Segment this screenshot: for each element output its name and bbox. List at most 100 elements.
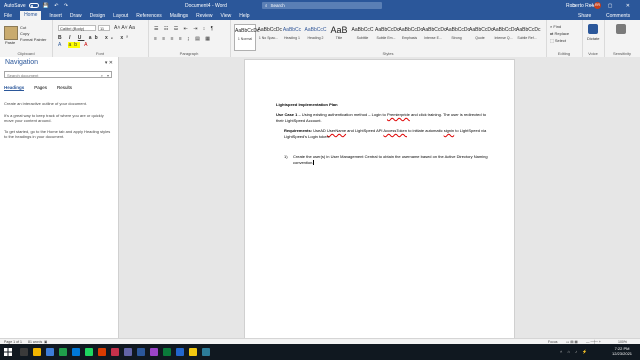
style-item[interactable]: AaBbCcDc 1 Normal — [234, 24, 260, 51]
teams-icon[interactable] — [124, 348, 132, 356]
outlook-icon[interactable] — [72, 348, 80, 356]
style-item[interactable]: AaBbCcC Subtitle — [352, 24, 374, 51]
paste-icon[interactable] — [4, 26, 18, 40]
style-item[interactable]: AaBbCcDc 1 No Spac... — [257, 24, 282, 51]
windows-start-icon[interactable] — [4, 348, 12, 356]
tab-layout[interactable]: Layout — [113, 13, 128, 19]
style-item[interactable]: AaBbCcDc Intense E... — [422, 24, 447, 51]
select-button[interactable]: ⬚ Select — [550, 38, 566, 43]
style-item[interactable]: AaBbCcDc Strong — [445, 24, 470, 51]
style-sample: AaBbCcDc — [445, 27, 470, 33]
tab-design[interactable]: Design — [90, 13, 106, 19]
document-heading[interactable]: Lightspeed Implementation Plan — [276, 102, 486, 108]
font-family-select[interactable]: Calibri (Body) — [58, 25, 96, 31]
navigation-search-input[interactable]: Search document ⌕ ▾ — [4, 71, 112, 78]
autosave-label: AutoSave — [4, 2, 26, 9]
style-item[interactable]: AaB Title — [328, 24, 350, 51]
tab-mailings[interactable]: Mailings — [170, 13, 188, 19]
font-size-select[interactable]: 11 — [98, 25, 110, 31]
app-icon[interactable] — [163, 348, 171, 356]
style-name: Subtle Em... — [376, 36, 396, 40]
styles-group: AaBbCcDc 1 Normal AaBbCcDc 1 No Spac... AaBb… — [230, 20, 547, 57]
paste-button[interactable]: Paste — [5, 40, 15, 45]
format-painter-button[interactable]: Format Painter — [20, 37, 46, 42]
comments-button[interactable]: Comments — [606, 13, 630, 19]
style-item[interactable]: AaBbCcDc Subtle Em... — [375, 24, 399, 51]
app-icon[interactable] — [189, 348, 197, 356]
tab-help[interactable]: Help — [239, 13, 249, 19]
font-label: Font — [95, 51, 104, 56]
style-sample: AaBbCcDc — [516, 27, 541, 33]
font-color-buttons[interactable]: A ab A — [58, 42, 90, 48]
list-buttons[interactable]: ☰ ☷ ☲ ⇤ ⇥ ↕ ¶ — [154, 26, 215, 32]
style-item[interactable]: AaBbCcDc Subtle Ref... — [516, 24, 541, 51]
tab-review[interactable]: Review — [196, 13, 212, 19]
app-icon[interactable] — [150, 348, 158, 356]
style-item[interactable]: AaBbCcC Heading 2 — [305, 24, 327, 51]
system-tray[interactable]: ˄ ⌂ ♪ ⚡ — [560, 349, 589, 354]
style-sample: AaBbCcC — [304, 27, 327, 33]
sensitivity-button[interactable] — [616, 24, 626, 36]
tab-references[interactable]: References — [136, 13, 162, 19]
use-case-paragraph[interactable]: Use Case 1 – Using existing authenticati… — [276, 112, 494, 123]
window-controls[interactable]: ▭ — ▢ ✕ — [571, 3, 636, 9]
tab-insert[interactable]: Insert — [49, 13, 62, 19]
copy-button[interactable]: Copy — [20, 31, 29, 36]
dictate-button[interactable]: Dictate — [587, 24, 599, 41]
list-item[interactable]: Create the user(s) in User Management Ce… — [293, 154, 488, 165]
edge-icon[interactable] — [46, 348, 54, 356]
style-sample: AaBbCcDc — [257, 27, 282, 33]
style-sample: AaBbCcDc — [422, 27, 447, 33]
powerpoint-icon[interactable] — [98, 348, 106, 356]
tab-results[interactable]: Results — [57, 85, 72, 91]
paragraph-group: ☰ ☷ ☲ ⇤ ⇥ ↕ ¶ ≡ ≡ ≡ ≡ ↨ ▤ ▦ Paragraph — [148, 20, 231, 57]
replace-button[interactable]: ⇄ Replace — [550, 31, 569, 36]
voice-group: Dictate Voice — [582, 20, 605, 57]
alignment-buttons[interactable]: ≡ ≡ ≡ ≡ ↨ ▤ ▦ — [154, 36, 212, 42]
chevron-down-icon[interactable]: ▾ — [107, 72, 109, 79]
quick-access-toolbar[interactable]: 💾 ↶ ↷ — [43, 3, 70, 9]
style-item[interactable]: AaBbCcDc Emphasis — [398, 24, 423, 51]
search-icon[interactable] — [20, 348, 28, 356]
app-icon[interactable] — [202, 348, 210, 356]
navigation-pane: Navigation ▾ ✕ Search document ⌕ ▾ Headi… — [0, 57, 119, 338]
style-item[interactable]: AaBbCc Heading 1 — [281, 24, 303, 51]
word-icon[interactable] — [137, 348, 145, 356]
share-button[interactable]: Share — [578, 13, 591, 19]
navigation-help-1: Create an interactive outline of your do… — [4, 101, 87, 106]
find-button[interactable]: ⌕ Find — [550, 24, 561, 29]
document-title: Document4 - Word — [185, 2, 227, 9]
cut-button[interactable]: Cut — [20, 25, 26, 30]
tab-pages[interactable]: Pages — [34, 85, 47, 91]
navigation-tabs: Headings Pages Results — [4, 85, 72, 91]
search-box[interactable]: ⌕ Search — [262, 2, 382, 9]
clock[interactable]: 7:22 PM 12/23/2021 — [612, 346, 632, 356]
style-name: 1 Normal — [237, 37, 253, 41]
tab-headings[interactable]: Headings — [4, 85, 25, 91]
navigation-help-3: To get started, go to the Home tab and a… — [4, 129, 111, 139]
document-page[interactable]: Lightspeed Implementation Plan Use Case … — [244, 59, 515, 340]
style-item[interactable]: AaBbCcDc Intense Q... — [493, 24, 517, 51]
title-bar: AutoSave 💾 ↶ ↷ Document4 - Word ⌕ Search… — [0, 0, 640, 11]
paragraph-label: Paragraph — [179, 51, 199, 56]
navigation-help-2: It's a great way to keep track of where … — [4, 113, 104, 123]
tab-draw[interactable]: Draw — [70, 13, 82, 19]
tab-home[interactable]: Home — [20, 11, 42, 20]
style-sample: AaBbCcDc — [235, 28, 260, 34]
style-sample: AaBbCcDc — [398, 27, 423, 33]
styles-label: Styles — [382, 51, 394, 56]
autosave-toggle[interactable] — [28, 3, 39, 8]
tab-file[interactable]: File — [4, 13, 12, 19]
requirements-paragraph[interactable]: Requirements: UseAD UserName and LightSp… — [284, 128, 494, 139]
close-icon[interactable]: ▾ ✕ — [105, 60, 113, 66]
bold-italic-underline-buttons[interactable]: B I U ab x₂ x² — [58, 35, 131, 41]
excel-icon[interactable] — [59, 348, 67, 356]
file-explorer-icon[interactable] — [33, 348, 41, 356]
style-sample: AaB — [330, 25, 348, 35]
tab-view[interactable]: View — [221, 13, 232, 19]
app-icon[interactable] — [111, 348, 119, 356]
spotify-icon[interactable] — [85, 348, 93, 356]
style-item[interactable]: AaBbCcDc Quote — [469, 24, 493, 51]
grow-shrink-icons[interactable]: A˄ A˅ Aa — [114, 25, 135, 31]
app-icon[interactable] — [176, 348, 184, 356]
